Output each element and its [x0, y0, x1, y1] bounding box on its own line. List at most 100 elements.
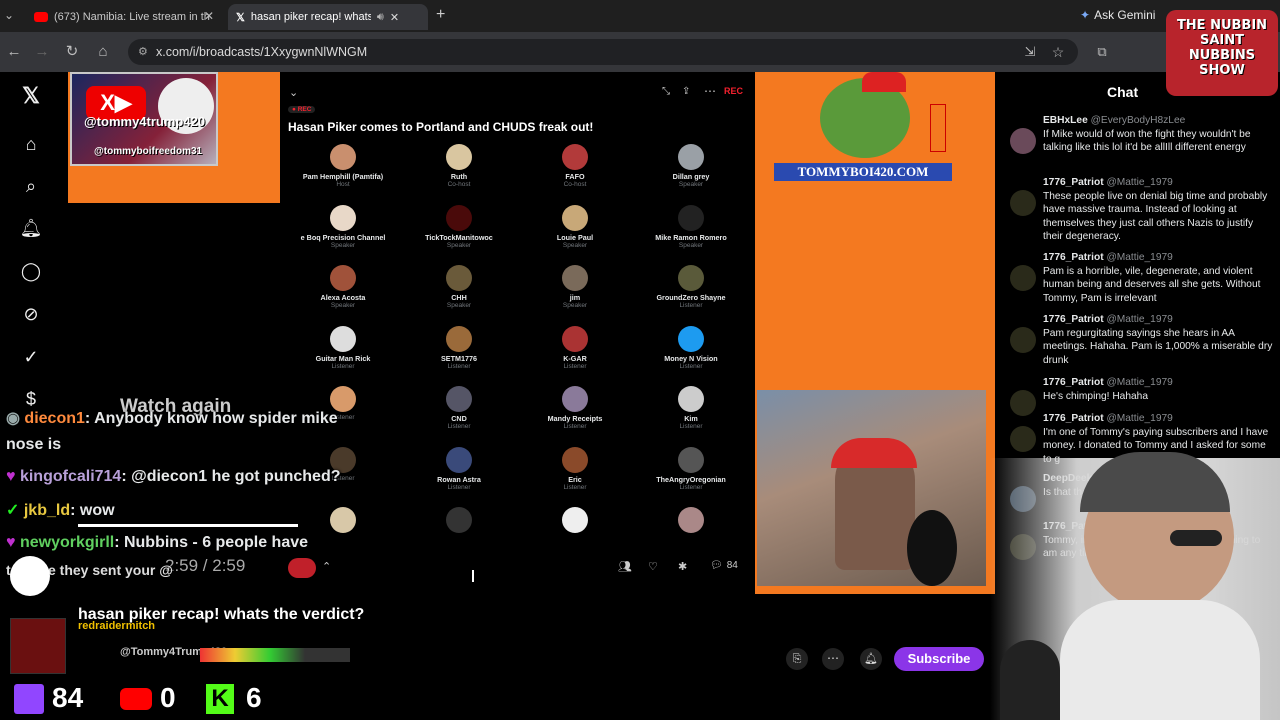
back-icon[interactable]: ← [4, 42, 24, 62]
participant-name: Rowan Astra [437, 474, 481, 484]
participant[interactable]: GroundZero Shayne Listener [632, 265, 750, 309]
participant-name: SETM1776 [441, 353, 477, 363]
participant[interactable] [632, 507, 750, 535]
chat-username[interactable]: 1776_Patriot [1043, 314, 1104, 325]
reload-icon[interactable]: ↻ [62, 42, 82, 62]
ask-gemini-button[interactable]: ✦ Ask Gemini [1080, 8, 1155, 22]
participant[interactable]: Dillan grey Speaker [632, 144, 750, 188]
notifications-bell-icon[interactable]: 🔔︎ [19, 216, 43, 240]
messages-icon[interactable]: ◯ [19, 259, 43, 283]
site-info-icon[interactable]: ⚙ [138, 39, 148, 65]
goal-meter [200, 648, 350, 662]
close-tab-icon[interactable]: ✕ [204, 9, 214, 23]
chat-avatar[interactable] [1010, 265, 1036, 291]
search-icon[interactable]: ⌕ [19, 174, 43, 198]
participant[interactable]: TickTockManitowoc Speaker [400, 204, 518, 249]
youtube-icon [120, 688, 152, 710]
leave-button[interactable]: REC [724, 86, 743, 96]
grok-icon[interactable]: ⊘ [19, 302, 43, 326]
forward-icon[interactable]: → [32, 42, 52, 62]
speaker-icon[interactable]: 🔊︎ [377, 11, 384, 24]
avatar [562, 507, 588, 533]
tab-youtube[interactable]: (673) Namibia: Live stream in th [26, 4, 222, 30]
participants-icon[interactable]: 👥︎ [618, 560, 632, 573]
badge-icon: ✓ [6, 502, 20, 519]
gemini-icon: ✦ [1080, 8, 1091, 22]
stream-chat-line: ♥ kingofcali714: @diecon1 he got punched… [6, 468, 341, 485]
new-tab-button[interactable]: + [436, 6, 445, 24]
participant[interactable]: CND Listener [400, 386, 518, 430]
subscribe-button[interactable]: Subscribe [894, 647, 984, 671]
redraider-avatar [10, 618, 66, 674]
participant[interactable] [400, 507, 518, 535]
follower-name: redraidermitch [78, 620, 156, 632]
like-icon[interactable]: ♡ [648, 560, 658, 573]
close-tab-icon[interactable]: ✕ [390, 11, 399, 24]
participant[interactable]: Eric Listener [516, 446, 634, 491]
more-icon[interactable]: ⋯ [704, 84, 716, 98]
chevron-up-icon[interactable]: ⌃ [322, 560, 331, 573]
participant[interactable]: Louie Paul Speaker [516, 204, 634, 249]
participant[interactable]: e Boq Precision Channel Speaker [284, 204, 402, 249]
x-logo-icon[interactable]: 𝕏 [19, 84, 43, 108]
sunglasses [1170, 530, 1222, 546]
install-app-icon[interactable]: ⇲ [1020, 42, 1040, 62]
chat-username[interactable]: 1776_Patriot [1043, 177, 1104, 188]
participant-name: Kim [684, 414, 698, 423]
participant-name: Money N Vision [664, 353, 718, 363]
stream-chat-line-cont: nose is [6, 436, 62, 453]
share-icon[interactable]: ✱ [678, 560, 687, 573]
avatar [330, 204, 356, 231]
verified-icon[interactable]: ✓ [19, 345, 43, 369]
participant[interactable]: Mike Ramon Romero Speaker [632, 204, 750, 249]
chat-avatar[interactable] [1010, 128, 1036, 154]
share-icon[interactable]: ⇪ [682, 86, 690, 97]
participant-role: Speaker [562, 241, 588, 249]
chat-username[interactable]: EBHxLee [1043, 115, 1088, 126]
tab-list-chevron-icon[interactable]: ⌄ [4, 8, 14, 22]
chat-handle: @Mattie_1979 [1106, 252, 1173, 263]
address-bar[interactable]: ⚙ x.com/i/broadcasts/1XxygwnNlWNGM [128, 39, 1078, 65]
participant[interactable]: Guitar Man Rick Listener [284, 325, 402, 370]
participant[interactable]: Rowan Astra Listener [400, 446, 518, 491]
chat-username[interactable]: 1776_Patriot [1043, 252, 1104, 263]
participant[interactable]: Alexa Acosta Speaker [284, 265, 402, 309]
chat-avatar[interactable] [1010, 190, 1036, 216]
participant[interactable]: FAFO Co-host [516, 144, 634, 188]
clip-icon[interactable]: ⎘ [786, 648, 808, 670]
participant[interactable]: Pam Hemphill (Pamtifa) Host [284, 144, 402, 188]
minimize-icon[interactable]: ⤡ [662, 86, 670, 97]
participant[interactable]: TheAngryOregonian Listener [632, 446, 750, 491]
chat-username[interactable]: 1776_Patriot [1043, 377, 1104, 388]
mic-arm [1000, 640, 1060, 720]
chat-username[interactable]: 1776_Patriot [1043, 413, 1104, 424]
participant[interactable] [284, 507, 402, 535]
tab-x-broadcast[interactable]: 𝕏 hasan piker recap! whats th 🔊︎ ✕ [228, 4, 428, 30]
home-icon[interactable]: ⌂ [19, 132, 43, 156]
progress-bar[interactable] [78, 524, 298, 527]
chat-avatar[interactable] [1010, 390, 1036, 416]
participant[interactable]: jim Speaker [516, 265, 634, 309]
comments-button[interactable]: 💬︎ 84 [710, 560, 738, 571]
record-toggle[interactable] [288, 558, 316, 578]
participant[interactable]: CHH Speaker [400, 265, 518, 309]
bookmark-star-icon[interactable]: ☆ [1048, 42, 1068, 62]
chat-message: EBHxLee @EveryBodyH8zLee If Mike would of… [1043, 114, 1273, 155]
notify-bell-icon[interactable]: 🔔︎ [860, 648, 882, 670]
chat-avatar[interactable] [1010, 426, 1036, 452]
participant[interactable] [516, 507, 634, 535]
more-options-icon[interactable]: ⋯ [822, 648, 844, 670]
chat-message: 1776_Patriot @Mattie_1979 Pam is a horrib… [1043, 251, 1273, 305]
collapse-chevron-icon[interactable]: ⌄ [289, 86, 298, 99]
participant[interactable]: K-GAR Listener [516, 325, 634, 370]
participant[interactable]: Money N Vision Listener [632, 325, 750, 370]
chat-avatar[interactable] [1010, 327, 1036, 353]
participant-role: Co-host [447, 181, 471, 188]
extensions-icon[interactable]: ⧉ [1092, 42, 1112, 62]
avatar [562, 446, 588, 473]
participant[interactable]: Kim Listener [632, 386, 750, 430]
participant[interactable]: SETM1776 Listener [400, 325, 518, 370]
participant[interactable]: Ruth Co-host [400, 144, 518, 188]
participant[interactable]: Mandy Receipts Listener [516, 386, 634, 430]
home-icon[interactable]: ⌂ [93, 42, 113, 62]
